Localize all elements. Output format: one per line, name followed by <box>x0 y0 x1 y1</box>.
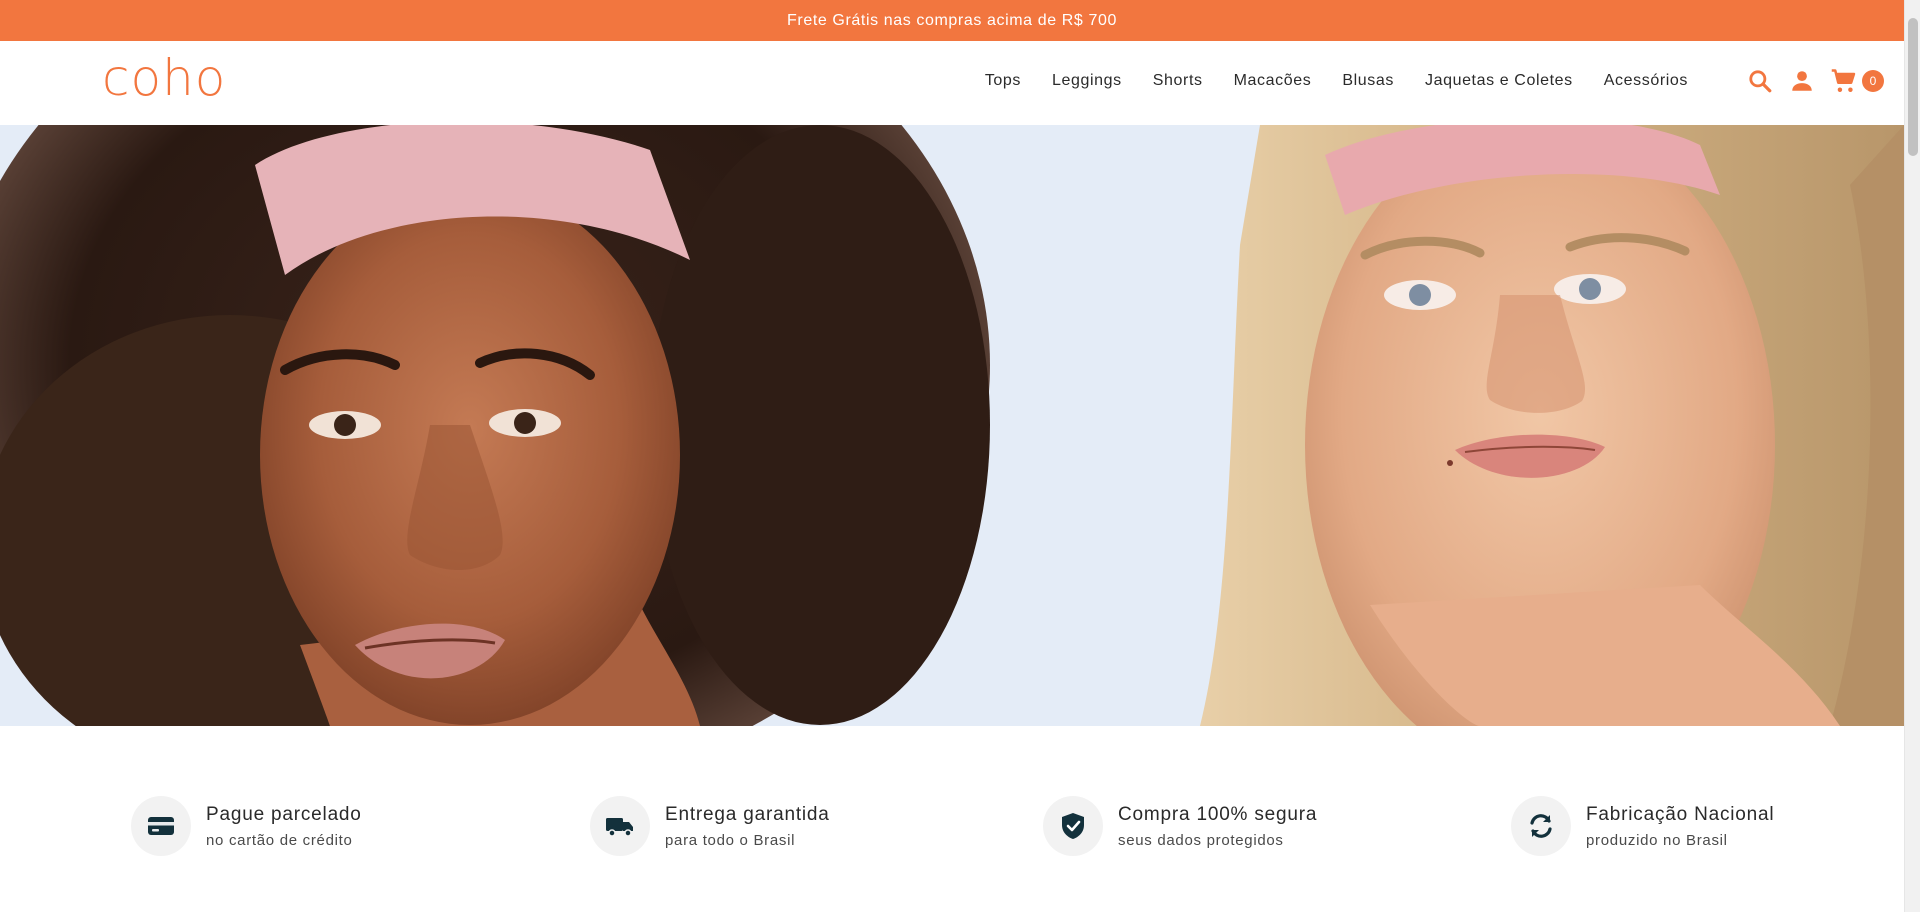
header-actions: 0 <box>1746 67 1884 95</box>
hero-image <box>0 125 1904 726</box>
search-icon[interactable] <box>1746 67 1774 95</box>
nav-item-blusas[interactable]: Blusas <box>1342 72 1394 90</box>
logo[interactable]: coho <box>102 53 226 103</box>
nav-item-leggings[interactable]: Leggings <box>1052 72 1122 90</box>
user-icon[interactable] <box>1788 67 1816 95</box>
benefit-title: Fabricação Nacional <box>1586 803 1775 825</box>
nav-item-macacoes[interactable]: Macacões <box>1234 72 1312 90</box>
announcement-text: Frete Grátis nas compras acima de R$ 700 <box>787 11 1117 29</box>
benefits-bar: Pague parcelado no cartão de crédito Ent… <box>0 726 1904 912</box>
credit-card-icon <box>131 796 191 856</box>
nav-item-jaquetas[interactable]: Jaquetas e Coletes <box>1425 72 1573 90</box>
page: Frete Grátis nas compras acima de R$ 700… <box>0 0 1920 912</box>
truck-icon <box>590 796 650 856</box>
vertical-scrollbar[interactable] <box>1904 0 1920 912</box>
nav-item-shorts[interactable]: Shorts <box>1153 72 1203 90</box>
benefit-secure: Compra 100% segura seus dados protegidos <box>1043 796 1317 856</box>
cart-button[interactable]: 0 <box>1830 67 1884 95</box>
shield-check-icon <box>1043 796 1103 856</box>
announcement-bar: Frete Grátis nas compras acima de R$ 700 <box>0 0 1904 41</box>
hero-banner[interactable] <box>0 125 1904 726</box>
benefit-subtitle: no cartão de crédito <box>206 831 353 849</box>
benefit-national: Fabricação Nacional produzido no Brasil <box>1511 796 1774 856</box>
benefit-subtitle: produzido no Brasil <box>1586 831 1728 849</box>
benefit-title: Compra 100% segura <box>1118 803 1318 825</box>
cart-icon[interactable] <box>1830 67 1858 95</box>
benefit-delivery: Entrega garantida para todo o Brasil <box>590 796 830 856</box>
scrollbar-thumb[interactable] <box>1908 18 1918 156</box>
benefit-title: Entrega garantida <box>665 803 830 825</box>
benefit-subtitle: para todo o Brasil <box>665 831 796 849</box>
benefit-installments: Pague parcelado no cartão de crédito <box>131 796 362 856</box>
nav-item-tops[interactable]: Tops <box>985 72 1021 90</box>
main-nav: Tops Leggings Shorts Macacões Blusas Jaq… <box>985 72 1688 90</box>
benefit-title: Pague parcelado <box>206 803 362 825</box>
benefit-subtitle: seus dados protegidos <box>1118 831 1284 849</box>
cart-count-badge: 0 <box>1862 70 1884 92</box>
site-header: coho Tops Leggings Shorts Macacões Blusa… <box>0 41 1904 125</box>
nav-item-acessorios[interactable]: Acessórios <box>1604 72 1688 90</box>
refresh-icon <box>1511 796 1571 856</box>
